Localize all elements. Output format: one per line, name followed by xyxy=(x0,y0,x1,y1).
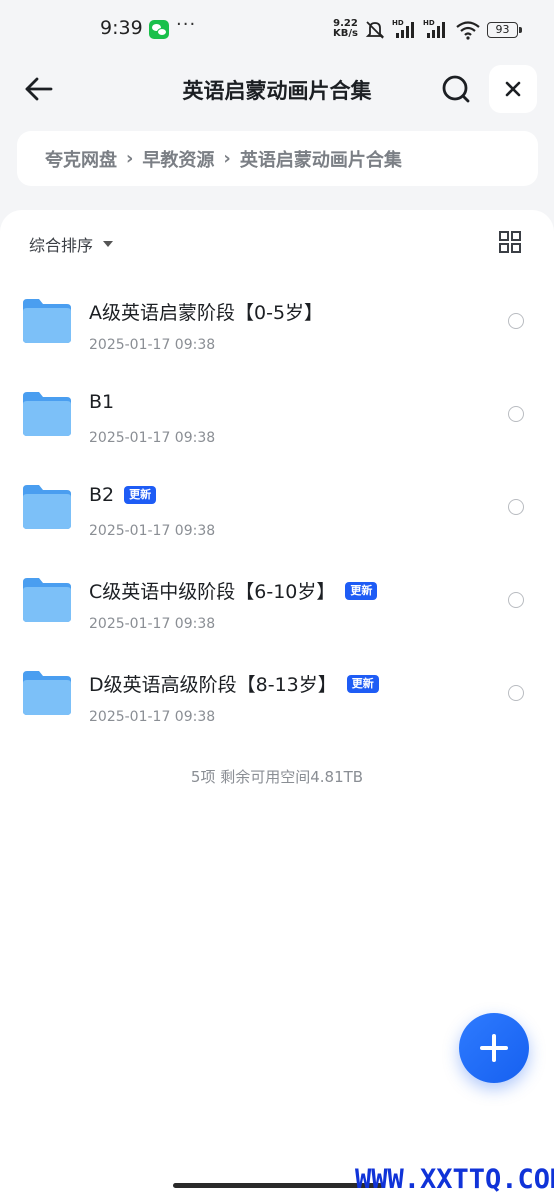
home-indicator[interactable] xyxy=(173,1183,383,1188)
more-dots-icon: ··· xyxy=(176,14,197,35)
plus-icon xyxy=(480,1034,508,1062)
select-radio[interactable] xyxy=(508,592,524,608)
status-time: 9:39 xyxy=(100,17,143,39)
select-radio[interactable] xyxy=(508,685,524,701)
breadcrumb-item-root[interactable]: 夸克网盘 xyxy=(45,146,117,172)
select-radio[interactable] xyxy=(508,406,524,422)
file-name: B1 xyxy=(89,391,115,413)
storage-summary: 5项 剩余可用空间4.81TB xyxy=(190,768,364,786)
file-list: A级英语启蒙阶段【0-5岁】 2025-01-17 09:38 B1 2025-… xyxy=(0,280,554,745)
breadcrumb-separator: › xyxy=(126,148,134,169)
file-date: 2025-01-17 09:38 xyxy=(89,337,216,353)
folder-icon xyxy=(23,671,71,715)
signal-hd-icon: HD xyxy=(423,19,445,38)
update-badge: 更新 xyxy=(346,674,379,693)
breadcrumb: 夸克网盘 › 早教资源 › 英语启蒙动画片合集 xyxy=(17,131,538,186)
battery-icon: 93 xyxy=(487,22,522,38)
watermark: WWW.XXTTQ.COM xyxy=(355,1164,554,1195)
breadcrumb-separator: › xyxy=(223,148,231,169)
update-badge: 更新 xyxy=(345,581,378,600)
file-date: 2025-01-17 09:38 xyxy=(89,523,216,539)
net-speed: 9.22 KB/s xyxy=(333,19,358,39)
folder-icon xyxy=(23,485,71,529)
select-radio[interactable] xyxy=(508,313,524,329)
folder-icon xyxy=(23,299,71,343)
file-name: A级英语启蒙阶段【0-5岁】 xyxy=(89,302,324,324)
list-item[interactable]: A级英语启蒙阶段【0-5岁】 2025-01-17 09:38 xyxy=(0,280,554,373)
close-button[interactable] xyxy=(489,65,537,113)
sort-dropdown[interactable]: 综合排序 xyxy=(29,232,114,256)
list-item[interactable]: B1 2025-01-17 09:38 xyxy=(0,373,554,466)
update-badge: 更新 xyxy=(124,486,157,504)
grid-view-icon[interactable] xyxy=(499,231,521,253)
breadcrumb-item-early-education[interactable]: 早教资源 xyxy=(142,146,214,172)
add-button[interactable] xyxy=(459,1013,529,1083)
caret-down-icon xyxy=(103,241,114,247)
list-item[interactable]: C级英语中级阶段【6-10岁】 更新 2025-01-17 09:38 xyxy=(0,559,554,652)
file-name: B2 xyxy=(89,484,115,506)
folder-icon xyxy=(23,578,71,622)
file-name: C级英语中级阶段【6-10岁】 xyxy=(89,581,336,603)
close-icon xyxy=(505,81,521,97)
search-icon[interactable] xyxy=(440,73,472,105)
mute-icon xyxy=(365,21,385,39)
folder-icon xyxy=(23,392,71,436)
file-date: 2025-01-17 09:38 xyxy=(89,709,216,725)
wechat-icon xyxy=(149,20,169,39)
file-date: 2025-01-17 09:38 xyxy=(89,616,216,632)
sort-label: 综合排序 xyxy=(29,236,94,255)
file-name: D级英语高级阶段【8-13岁】 xyxy=(89,674,337,696)
status-bar: 9:39 ··· 9.22 KB/s HD HD 93 xyxy=(0,0,554,60)
select-radio[interactable] xyxy=(508,499,524,515)
breadcrumb-item-current: 英语启蒙动画片合集 xyxy=(239,149,402,171)
list-item[interactable]: B2 更新 2025-01-17 09:38 xyxy=(0,466,554,559)
svg-text:HD: HD xyxy=(423,19,435,27)
list-item[interactable]: D级英语高级阶段【8-13岁】 更新 2025-01-17 09:38 xyxy=(0,652,554,745)
net-speed-unit: KB/s xyxy=(333,28,358,39)
file-date: 2025-01-17 09:38 xyxy=(89,430,216,446)
signal-hd-icon: HD xyxy=(392,19,414,38)
wifi-icon xyxy=(456,21,480,40)
svg-text:HD: HD xyxy=(392,19,404,27)
